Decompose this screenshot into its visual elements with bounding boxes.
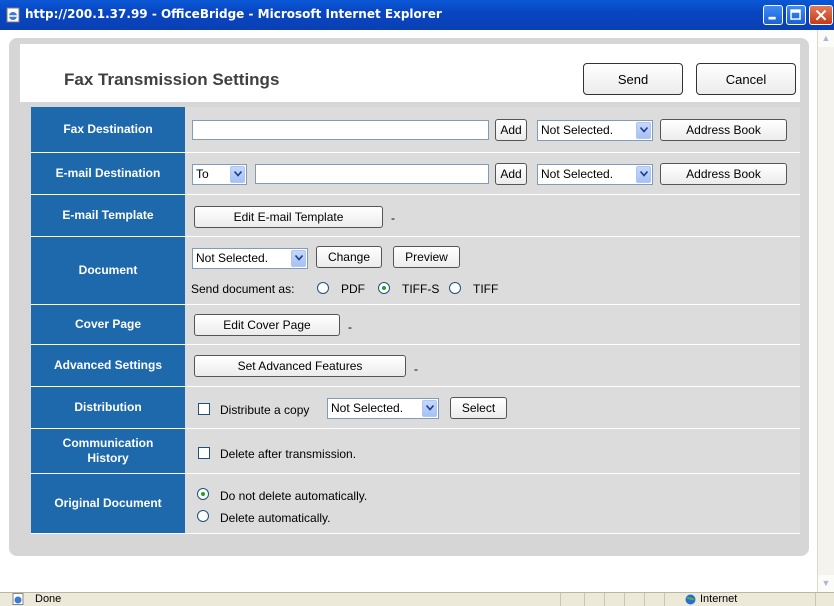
distribute-copy-checkbox[interactable] (198, 403, 210, 415)
row-original-document: Original Document Do not delete automati… (31, 474, 800, 534)
minimize-button[interactable] (763, 5, 783, 25)
scroll-up-arrow-icon[interactable]: ▲ (818, 30, 834, 47)
distribute-copy-label: Distribute a copy (220, 403, 310, 417)
status-text: Done (35, 593, 62, 605)
email-destination-select[interactable]: Not Selected. (537, 164, 653, 185)
status-divider (560, 593, 561, 606)
email-address-book-button[interactable]: Address Book (660, 163, 787, 185)
radio-pdf[interactable] (317, 282, 329, 294)
row-label: Original Document (31, 474, 185, 533)
row-document: Document Not Selected. Change Preview Se… (31, 237, 800, 305)
chevron-down-icon[interactable] (636, 166, 651, 183)
email-template-status: - (391, 211, 395, 225)
maximize-icon (790, 9, 801, 20)
row-email-destination: E-mail Destination To Add Not Selected. … (31, 153, 800, 195)
email-add-button[interactable]: Add (495, 163, 527, 185)
chevron-down-icon[interactable] (636, 122, 651, 139)
distribution-select[interactable]: Not Selected. (327, 398, 439, 419)
security-zone: Internet (700, 593, 738, 605)
select-value: Not Selected. (541, 123, 614, 137)
globe-icon (685, 594, 696, 605)
radio-pdf-label: PDF (341, 282, 365, 296)
set-advanced-features-button[interactable]: Set Advanced Features (194, 355, 406, 377)
radio-tiff[interactable] (449, 282, 461, 294)
radio-tiff-s[interactable] (378, 282, 390, 294)
email-destination-input[interactable] (255, 164, 489, 184)
row-label: Document (31, 237, 185, 304)
chevron-down-icon[interactable] (291, 250, 306, 267)
chevron-down-icon[interactable] (422, 400, 437, 417)
radio-delete-automatically-label: Delete automatically. (220, 511, 331, 525)
status-divider (644, 593, 645, 606)
radio-do-not-delete-label: Do not delete automatically. (220, 489, 368, 503)
radio-delete-automatically[interactable] (197, 510, 209, 522)
cancel-button[interactable]: Cancel (696, 63, 796, 95)
window-titlebar: http://200.1.37.99 - OfficeBridge - Micr… (0, 0, 834, 30)
row-distribution: Distribution Distribute a copy Not Selec… (31, 387, 800, 429)
chevron-down-icon[interactable] (230, 166, 245, 183)
row-label: Communication History (31, 429, 185, 473)
radio-do-not-delete[interactable] (197, 488, 209, 500)
status-divider (815, 593, 816, 606)
row-label: Distribution (31, 387, 185, 428)
status-divider (664, 593, 665, 606)
distribution-select-button[interactable]: Select (450, 397, 507, 419)
row-communication-history: Communication History Delete after trans… (31, 429, 800, 474)
fax-add-button[interactable]: Add (495, 119, 527, 141)
close-icon (815, 9, 827, 21)
maximize-button[interactable] (786, 5, 806, 25)
send-button[interactable]: Send (583, 63, 683, 95)
delete-after-transmission-label: Delete after transmission. (220, 447, 357, 461)
row-cover-page: Cover Page Edit Cover Page - (31, 305, 800, 345)
status-divider (604, 593, 605, 606)
row-label: E-mail Template (31, 195, 185, 236)
radio-tiff-s-label: TIFF-S (402, 282, 440, 296)
row-label: Advanced Settings (31, 345, 185, 386)
document-change-button[interactable]: Change (316, 246, 382, 268)
radio-tiff-label: TIFF (473, 282, 499, 296)
document-preview-button[interactable]: Preview (393, 246, 460, 268)
fax-destination-select[interactable]: Not Selected. (537, 120, 653, 141)
email-to-select[interactable]: To (192, 164, 247, 185)
row-email-template: E-mail Template Edit E-mail Template - (31, 195, 800, 237)
vertical-scrollbar[interactable]: ▲ ▼ (817, 30, 834, 592)
row-label: Fax Destination (31, 107, 185, 152)
row-label: E-mail Destination (31, 153, 185, 194)
status-bar: Done Internet (0, 592, 834, 606)
status-divider (584, 593, 585, 606)
edit-cover-page-button[interactable]: Edit Cover Page (194, 314, 340, 336)
select-value: Not Selected. (541, 167, 614, 181)
scroll-down-arrow-icon[interactable]: ▼ (818, 575, 834, 592)
window-title: http://200.1.37.99 - OfficeBridge - Micr… (25, 7, 442, 21)
delete-after-transmission-checkbox[interactable] (198, 447, 210, 459)
edit-email-template-button[interactable]: Edit E-mail Template (194, 206, 383, 228)
close-button[interactable] (809, 5, 833, 25)
document-select[interactable]: Not Selected. (192, 248, 308, 269)
select-value: Not Selected. (331, 401, 404, 415)
ie-page-icon (12, 593, 24, 605)
send-document-as-label: Send document as: (191, 282, 295, 296)
fax-destination-input[interactable] (192, 120, 489, 140)
page-title: Fax Transmission Settings (64, 70, 280, 89)
minimize-icon (768, 16, 776, 20)
select-value: Not Selected. (196, 251, 269, 265)
advanced-settings-status: - (414, 362, 418, 376)
row-advanced-settings: Advanced Settings Set Advanced Features … (31, 345, 800, 387)
select-value: To (196, 167, 209, 181)
cover-page-status: - (348, 320, 352, 334)
status-divider (624, 593, 625, 606)
fax-address-book-button[interactable]: Address Book (660, 119, 787, 141)
row-label: Cover Page (31, 305, 185, 344)
row-fax-destination: Fax Destination Add Not Selected. Addres… (31, 107, 800, 153)
ie-page-icon (6, 7, 20, 23)
